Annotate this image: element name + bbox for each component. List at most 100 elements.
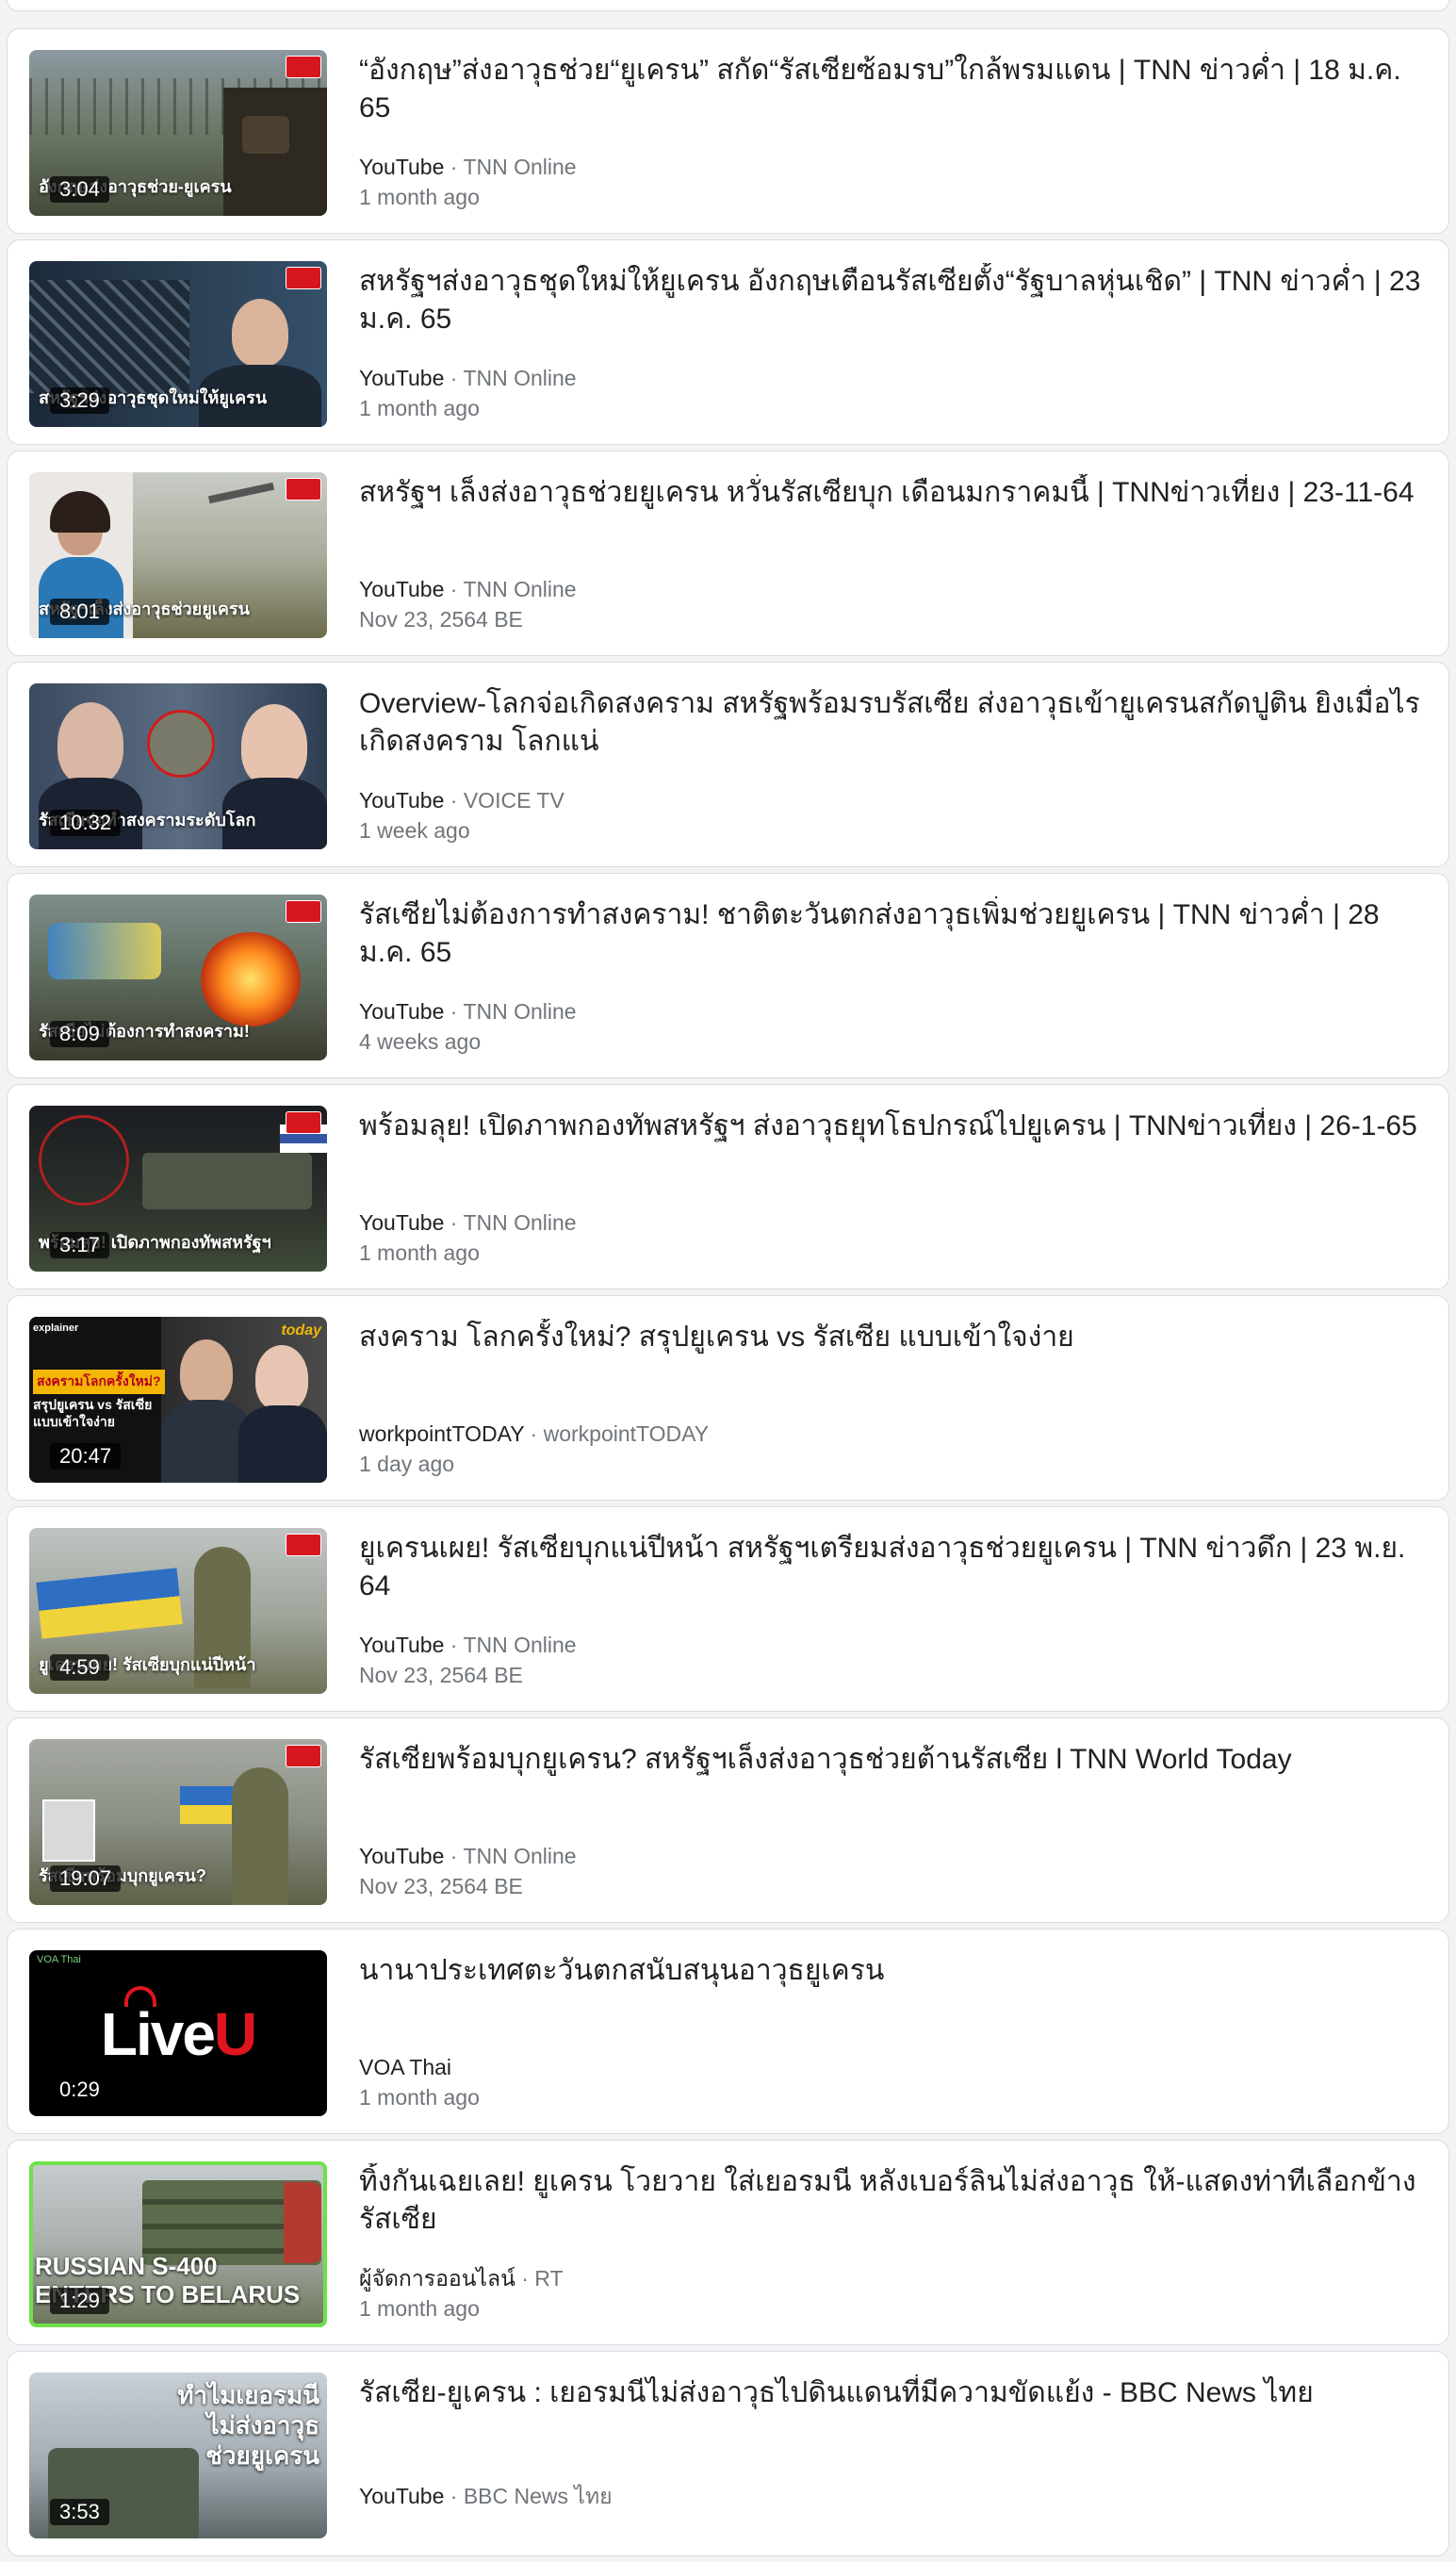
video-duration: 10:32 <box>50 810 122 836</box>
video-channel: TNN Online <box>463 999 577 1024</box>
video-title-link[interactable]: “อังกฤษ”ส่งอาวุธช่วย“ยูเครน” สกัด“รัสเซี… <box>359 52 1426 127</box>
meta-separator: · <box>450 1210 458 1235</box>
video-date: 1 month ago <box>359 2296 480 2321</box>
video-source: ผู้จัดการออนไลน์ <box>359 2266 515 2291</box>
video-meta: workpointTODAY · workpointTODAY 1 day ag… <box>359 1419 709 1479</box>
video-date: Nov 23, 2564 BE <box>359 1663 523 1687</box>
video-thumbnail[interactable]: รัสเซียจ่อทำสงครามระดับโลก 10:32 <box>29 683 327 849</box>
video-title-link[interactable]: ทิ้งกันเฉยเลย! ยูเครน โวยวาย ใส่เยอรมนี … <box>359 2163 1426 2239</box>
tnn-logo <box>286 1534 321 1556</box>
video-channel: TNN Online <box>463 155 577 179</box>
video-title-link[interactable]: นานาประเทศตะวันตกสนับสนุนอาวุธยูเครน <box>359 1952 1426 1990</box>
video-source: YouTube <box>359 999 445 1024</box>
video-result-card[interactable]: สหรัฐฯเล็งส่งอาวุธช่วยยูเครน 8:01 สหรัฐฯ… <box>7 451 1449 656</box>
video-result-card[interactable]: RUSSIAN S-400 ENTERS TO BELARUS 1:29 ทิ้… <box>7 2140 1449 2345</box>
tnn-logo <box>286 56 321 78</box>
video-result-card[interactable]: อังกฤษส่งอาวุธช่วย-ยูเครน 3:04 “อังกฤษ”ส… <box>7 28 1449 234</box>
meta-separator: · <box>450 788 458 813</box>
video-result-card[interactable]: สหรัฐฯส่งอาวุธชุดใหม่ให้ยูเครน 3:29 สหรั… <box>7 239 1449 445</box>
meta-separator: · <box>521 2266 529 2291</box>
video-thumbnail[interactable]: ทำไมเยอรมนี ไม่ส่งอาวุธ ช่วยยูเครน 3:53 <box>29 2373 327 2538</box>
video-date: Nov 23, 2564 BE <box>359 1874 523 1898</box>
video-results-list: อังกฤษส่งอาวุธช่วย-ยูเครน 3:04 “อังกฤษ”ส… <box>7 28 1449 2562</box>
video-date: 1 week ago <box>359 818 470 843</box>
tnn-logo <box>286 1111 321 1134</box>
video-source: YouTube <box>359 1633 445 1657</box>
video-thumbnail[interactable]: พร้อมลุย! เปิดภาพกองทัพสหรัฐฯ 3:17 <box>29 1106 327 1272</box>
video-meta: YouTube · BBC News ไทย <box>359 2481 613 2511</box>
video-duration: 3:53 <box>50 2499 109 2525</box>
video-result-card[interactable]: รัสเซียจ่อทำสงครามระดับโลก 10:32 Overvie… <box>7 662 1449 867</box>
video-channel: TNN Online <box>463 1633 577 1657</box>
video-result-card[interactable]: พร้อมลุย! เปิดภาพกองทัพสหรัฐฯ 3:17 พร้อม… <box>7 1084 1449 1289</box>
video-channel: TNN Online <box>463 366 577 390</box>
thumbnail-caption: VOA Thai <box>37 1954 81 1965</box>
video-duration: 3:04 <box>50 176 109 203</box>
video-thumbnail[interactable]: สหรัฐฯเล็งส่งอาวุธช่วยยูเครน 8:01 <box>29 472 327 638</box>
video-meta: YouTube · TNN Online Nov 23, 2564 BE <box>359 1630 577 1690</box>
video-source: YouTube <box>359 1844 445 1868</box>
video-title-link[interactable]: รัสเซีย-ยูเครน : เยอรมนีไม่ส่งอาวุธไปดิน… <box>359 2374 1426 2412</box>
video-source: YouTube <box>359 577 445 601</box>
video-duration: 4:59 <box>50 1654 109 1681</box>
video-result-card[interactable]: VOA Thai LiveU 0:29 นานาประเทศตะวันตกสนั… <box>7 1929 1449 2134</box>
video-date: 1 month ago <box>359 1240 480 1265</box>
video-channel: BBC News ไทย <box>463 2484 613 2508</box>
video-thumbnail[interactable]: RUSSIAN S-400 ENTERS TO BELARUS 1:29 <box>29 2161 327 2327</box>
video-title-link[interactable]: ยูเครนเผย! รัสเซียบุกแน่ปีหน้า สหรัฐฯเตร… <box>359 1530 1426 1605</box>
video-thumbnail[interactable]: รัสเซียไม่ต้องการทำสงคราม! 8:09 <box>29 895 327 1060</box>
meta-separator: · <box>450 2484 458 2508</box>
video-meta: YouTube · TNN Online 1 month ago <box>359 152 577 212</box>
video-title-link[interactable]: Overview-โลกจ่อเกิดสงคราม สหรัฐพร้อมรบรั… <box>359 685 1426 761</box>
thumbnail-caption-line: แบบเข้าใจง่าย <box>33 1414 115 1429</box>
tnn-logo <box>286 900 321 923</box>
video-duration: 1:29 <box>50 2288 109 2314</box>
video-result-card[interactable]: รัสเซียพร้อมบุกยูเครน? 19:07 รัสเซียพร้อ… <box>7 1717 1449 1923</box>
tnn-logo <box>286 267 321 289</box>
video-channel: VOICE TV <box>463 788 564 813</box>
video-thumbnail[interactable]: สหรัฐฯส่งอาวุธชุดใหม่ให้ยูเครน 3:29 <box>29 261 327 427</box>
logo-text: e <box>182 2000 216 2068</box>
video-duration: 3:29 <box>50 387 109 414</box>
video-title-link[interactable]: สหรัฐฯ เล็งส่งอาวุธช่วยยูเครน หวั่นรัสเซ… <box>359 474 1426 512</box>
thumbnail-caption: สรุปยูเครน vs รัสเซีย แบบเข้าใจง่าย <box>33 1396 152 1430</box>
video-source: VOA Thai <box>359 2055 452 2079</box>
video-meta: YouTube · TNN Online 1 month ago <box>359 363 577 423</box>
video-meta: VOA Thai 1 month ago <box>359 2052 480 2112</box>
video-thumbnail[interactable]: ยูเครนเผย! รัสเซียบุกแน่ปีหน้า 4:59 <box>29 1528 327 1694</box>
video-title-link[interactable]: สงคราม โลกครั้งใหม่? สรุปยูเครน vs รัสเซ… <box>359 1319 1426 1356</box>
video-title-link[interactable]: รัสเซียไม่ต้องการทำสงคราม! ชาติตะวันตกส่… <box>359 896 1426 972</box>
video-date: 1 month ago <box>359 2085 480 2110</box>
video-title-link[interactable]: พร้อมลุย! เปิดภาพกองทัพสหรัฐฯ ส่งอาวุธยุ… <box>359 1108 1426 1145</box>
video-thumbnail[interactable]: อังกฤษส่งอาวุธช่วย-ยูเครน 3:04 <box>29 50 327 216</box>
video-date: 1 day ago <box>359 1452 455 1476</box>
tnn-logo <box>286 478 321 501</box>
video-duration: 20:47 <box>50 1443 122 1470</box>
video-meta: YouTube · VOICE TV 1 week ago <box>359 785 564 846</box>
video-duration: 0:29 <box>50 2077 109 2103</box>
thumbnail-caption-line: ทำไมเยอรมนี <box>177 2381 319 2409</box>
video-source: YouTube <box>359 788 445 813</box>
video-result-card[interactable]: ทำไมเยอรมนี ไม่ส่งอาวุธ ช่วยยูเครน 3:53 … <box>7 2351 1449 2556</box>
video-thumbnail[interactable]: รัสเซียพร้อมบุกยูเครน? 19:07 <box>29 1739 327 1905</box>
video-result-card[interactable]: explainer สงครามโลกครั้งใหม่? สรุปยูเครน… <box>7 1295 1449 1501</box>
video-thumbnail[interactable]: explainer สงครามโลกครั้งใหม่? สรุปยูเครน… <box>29 1317 327 1483</box>
previous-card-edge <box>7 0 1449 11</box>
video-result-card[interactable]: รัสเซียไม่ต้องการทำสงคราม! 8:09 รัสเซียไ… <box>7 873 1449 1078</box>
video-meta: YouTube · TNN Online Nov 23, 2564 BE <box>359 574 577 634</box>
video-source: YouTube <box>359 1210 445 1235</box>
video-thumbnail[interactable]: VOA Thai LiveU 0:29 <box>29 1950 327 2116</box>
logo-text: U <box>213 2000 257 2068</box>
meta-separator: · <box>450 999 458 1024</box>
video-duration: 8:09 <box>50 1021 109 1047</box>
video-meta: ผู้จัดการออนไลน์ · RT 1 month ago <box>359 2263 564 2324</box>
thumbnail-caption: ทำไมเยอรมนี ไม่ส่งอาวุธ ช่วยยูเครน <box>177 2380 319 2471</box>
video-source: workpointTODAY <box>359 1421 525 1446</box>
video-result-card[interactable]: ยูเครนเผย! รัสเซียบุกแน่ปีหน้า 4:59 ยูเค… <box>7 1506 1449 1712</box>
video-title-link[interactable]: รัสเซียพร้อมบุกยูเครน? สหรัฐฯเล็งส่งอาวุ… <box>359 1741 1426 1779</box>
video-title-link[interactable]: สหรัฐฯส่งอาวุธชุดใหม่ให้ยูเครน อังกฤษเตื… <box>359 263 1426 338</box>
logo-text: Liv <box>100 2000 184 2068</box>
video-date: 4 weeks ago <box>359 1029 482 1054</box>
video-date: Nov 23, 2564 BE <box>359 607 523 632</box>
video-source: YouTube <box>359 2484 445 2508</box>
